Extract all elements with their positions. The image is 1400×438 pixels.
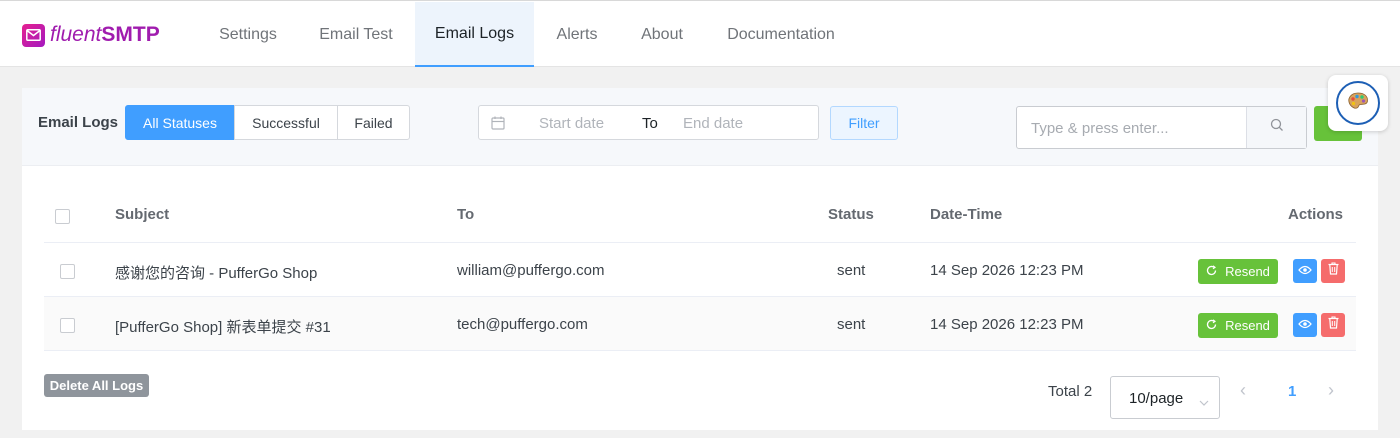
floating-helper-button[interactable] bbox=[1328, 75, 1388, 131]
row-status: sent bbox=[837, 262, 866, 279]
resend-button[interactable]: Resend bbox=[1198, 259, 1278, 284]
row-checkbox[interactable] bbox=[60, 264, 75, 279]
select-all-checkbox[interactable] bbox=[55, 209, 70, 224]
envelope-icon bbox=[22, 23, 45, 47]
row-recipient: william@puffergo.com bbox=[457, 262, 605, 279]
row-checkbox[interactable] bbox=[60, 318, 75, 333]
page-size-select[interactable]: 10/page bbox=[1110, 376, 1220, 419]
row-datetime: 14 Sep 2026 12:23 PM bbox=[930, 316, 1084, 333]
calendar-icon bbox=[491, 116, 505, 135]
column-header-subject: Subject bbox=[115, 206, 170, 223]
resend-label: Resend bbox=[1225, 318, 1270, 333]
page-size-value: 10/page bbox=[1129, 390, 1184, 407]
status-filter-successful[interactable]: Successful bbox=[234, 105, 338, 140]
eye-icon bbox=[1298, 262, 1312, 280]
date-range-separator: To bbox=[642, 115, 658, 132]
delete-button[interactable] bbox=[1321, 313, 1345, 337]
total-count: Total 2 bbox=[1048, 383, 1093, 400]
header-divider bbox=[44, 242, 1356, 243]
start-date-input[interactable]: Start date bbox=[539, 115, 604, 132]
search-button[interactable] bbox=[1246, 107, 1306, 148]
brand-name-part1: fluent bbox=[50, 23, 102, 46]
column-header-actions: Actions bbox=[1288, 206, 1344, 223]
tab-email-test[interactable]: Email Test bbox=[306, 2, 406, 67]
search-icon bbox=[1270, 118, 1284, 137]
eye-icon bbox=[1298, 316, 1312, 334]
helper-circle bbox=[1336, 81, 1380, 125]
brand-name-part2: SMTP bbox=[101, 23, 160, 46]
row-recipient: tech@puffergo.com bbox=[457, 316, 588, 333]
status-filter-all[interactable]: All Statuses bbox=[125, 105, 235, 140]
column-header-datetime: Date-Time bbox=[930, 206, 1003, 223]
resend-button[interactable]: Resend bbox=[1198, 313, 1278, 338]
delete-all-logs-button[interactable]: Delete All Logs bbox=[44, 374, 149, 397]
row-subject[interactable]: 感谢您的咨询 - PufferGo Shop bbox=[115, 262, 317, 283]
fluentsmtp-logo[interactable]: fluent SMTP bbox=[22, 23, 160, 47]
delete-button[interactable] bbox=[1321, 259, 1345, 283]
column-header-to: To bbox=[457, 206, 475, 223]
tab-email-logs[interactable]: Email Logs bbox=[415, 2, 534, 67]
refresh-icon bbox=[1206, 264, 1217, 279]
tab-documentation[interactable]: Documentation bbox=[712, 2, 850, 67]
chevron-left-icon[interactable]: ‹ bbox=[1240, 380, 1246, 401]
row-divider bbox=[44, 350, 1356, 351]
row-status: sent bbox=[837, 316, 866, 333]
chevron-down-icon bbox=[1199, 393, 1209, 411]
view-button[interactable] bbox=[1293, 313, 1317, 337]
row-subject[interactable]: [PufferGo Shop] 新表单提交 #31 bbox=[115, 316, 331, 337]
refresh-icon bbox=[1206, 318, 1217, 333]
status-filter-failed[interactable]: Failed bbox=[337, 105, 410, 140]
top-navigation: fluent SMTP Settings Email Test Email Log… bbox=[0, 0, 1400, 67]
column-header-status: Status bbox=[828, 206, 874, 223]
tab-alerts[interactable]: Alerts bbox=[536, 2, 618, 67]
search-box[interactable]: Type & press enter... bbox=[1016, 106, 1307, 149]
date-range-picker[interactable]: Start date To End date bbox=[478, 105, 819, 140]
trash-icon bbox=[1328, 262, 1339, 280]
resend-label: Resend bbox=[1225, 264, 1270, 279]
pagination-page[interactable]: 1 bbox=[1288, 383, 1296, 400]
trash-icon bbox=[1328, 316, 1339, 334]
filter-button[interactable]: Filter bbox=[830, 106, 898, 140]
toolbar-title: Email Logs bbox=[38, 114, 119, 131]
tab-settings[interactable]: Settings bbox=[198, 2, 298, 67]
palette-icon bbox=[1347, 92, 1369, 115]
chevron-right-icon[interactable]: › bbox=[1328, 380, 1334, 401]
view-button[interactable] bbox=[1293, 259, 1317, 283]
end-date-input[interactable]: End date bbox=[683, 115, 743, 132]
tab-about[interactable]: About bbox=[622, 2, 702, 67]
row-datetime: 14 Sep 2026 12:23 PM bbox=[930, 262, 1084, 279]
email-logs-card: Email Logs All Statuses Successful Faile… bbox=[22, 88, 1378, 430]
logs-toolbar: Email Logs All Statuses Successful Faile… bbox=[22, 88, 1378, 166]
search-input[interactable]: Type & press enter... bbox=[1031, 120, 1169, 137]
